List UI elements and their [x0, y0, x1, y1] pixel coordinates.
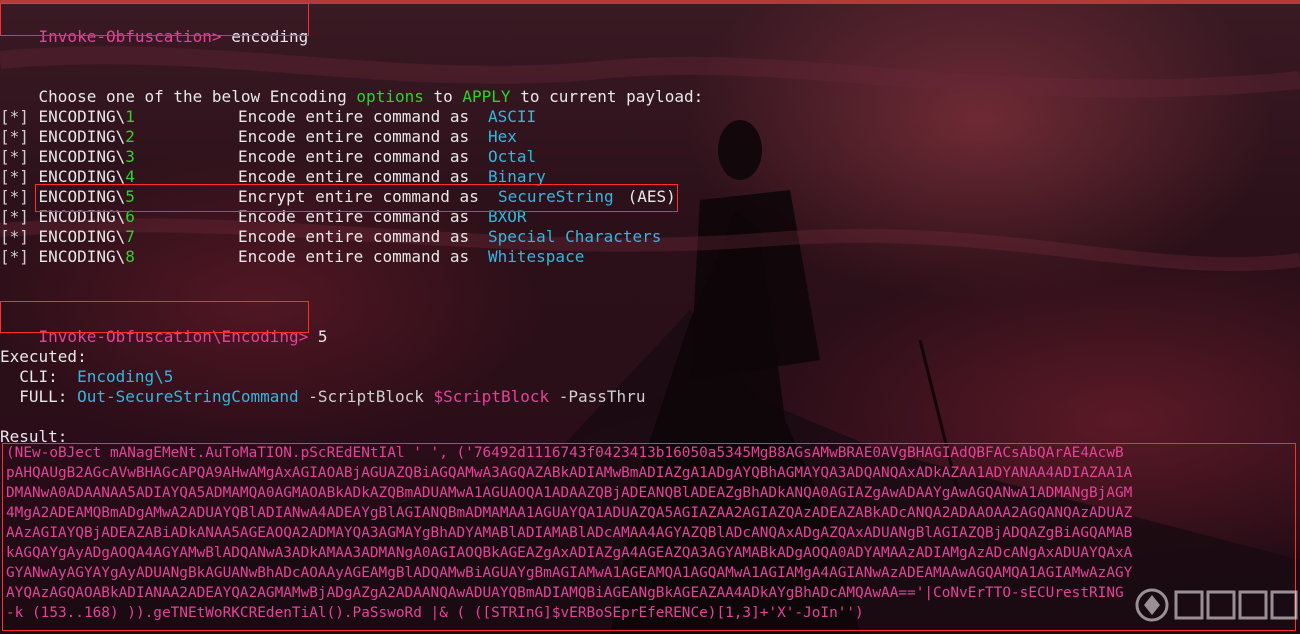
encoding-option-3[interactable]: [*] ENCODING\3 Encode entire command as O… [0, 147, 536, 167]
options-keyword: options [356, 87, 424, 106]
encoding-option-7[interactable]: [*] ENCODING\7 Encode entire command as S… [0, 227, 661, 247]
result-output: (NEw-oBJect mANagEMeNt.AuToMaTION.pScREd… [6, 443, 1294, 627]
result-line: kAGQAYgAyADgAOQA4AGYAMwBlADQANwA3ADkAMAA… [6, 545, 1133, 561]
result-line: pAHQAUgB2AGcAVwBHAGcAPQA9AHwAMgAxAGIAOAB… [6, 465, 1133, 481]
result-line: -k (153..168) )).geTNEtWoRKCREdenTiAl().… [6, 605, 864, 621]
result-line: GYANwAyAGYAYgAyADUANgBkAGUANwBhADcAOAAyA… [6, 565, 1133, 581]
highlight-box-option-5 [35, 184, 678, 212]
result-line: AYQAzAGQAOABkADIANAA2ADEAYQA2AGMAMwBjADg… [6, 585, 1124, 601]
encoding-option-1[interactable]: [*] ENCODING\1 Encode entire command as A… [0, 107, 536, 127]
highlight-box-prompt-1 [0, 3, 309, 36]
terminal-window: Invoke-Obfuscation> encoding Choose one … [0, 0, 1300, 634]
executed-cli-line: CLI: Encoding\5 [19, 367, 174, 386]
result-line: 4MgA2ADEAMQBmADgAMwA2ADUAYQBlADIANwA4ADE… [6, 505, 1133, 521]
executed-heading: Executed: [0, 347, 87, 366]
xianzhi-watermark-logo [1135, 588, 1298, 622]
cli-value: Encoding\5 [77, 367, 174, 386]
result-line: (NEw-oBJect mANagEMeNt.AuToMaTION.pScREd… [6, 445, 1124, 461]
choose-encoding-line: Choose one of the below Encoding options… [38, 87, 704, 106]
apply-keyword: APPLY [462, 87, 511, 106]
result-line: DMANwA0ADAANAA5ADIAYQA5ADMAMQA0AGMAOABkA… [6, 485, 1133, 501]
encoding-option-2[interactable]: [*] ENCODING\2 Encode entire command as H… [0, 127, 517, 147]
typed-command: 5 [317, 327, 328, 346]
result-line: AAzAGIAYQBjADEAZABiADkANAA5AGEAOQA2ADMAY… [6, 525, 1133, 541]
encoding-option-8[interactable]: [*] ENCODING\8 Encode entire command as W… [0, 247, 584, 267]
full-cmdlet: Out-SecureStringCommand [77, 387, 299, 406]
script-block-variable: $ScriptBlock [433, 387, 550, 406]
executed-full-line: FULL: Out-SecureStringCommand -ScriptBlo… [19, 387, 646, 406]
highlight-box-prompt-2 [0, 301, 309, 333]
